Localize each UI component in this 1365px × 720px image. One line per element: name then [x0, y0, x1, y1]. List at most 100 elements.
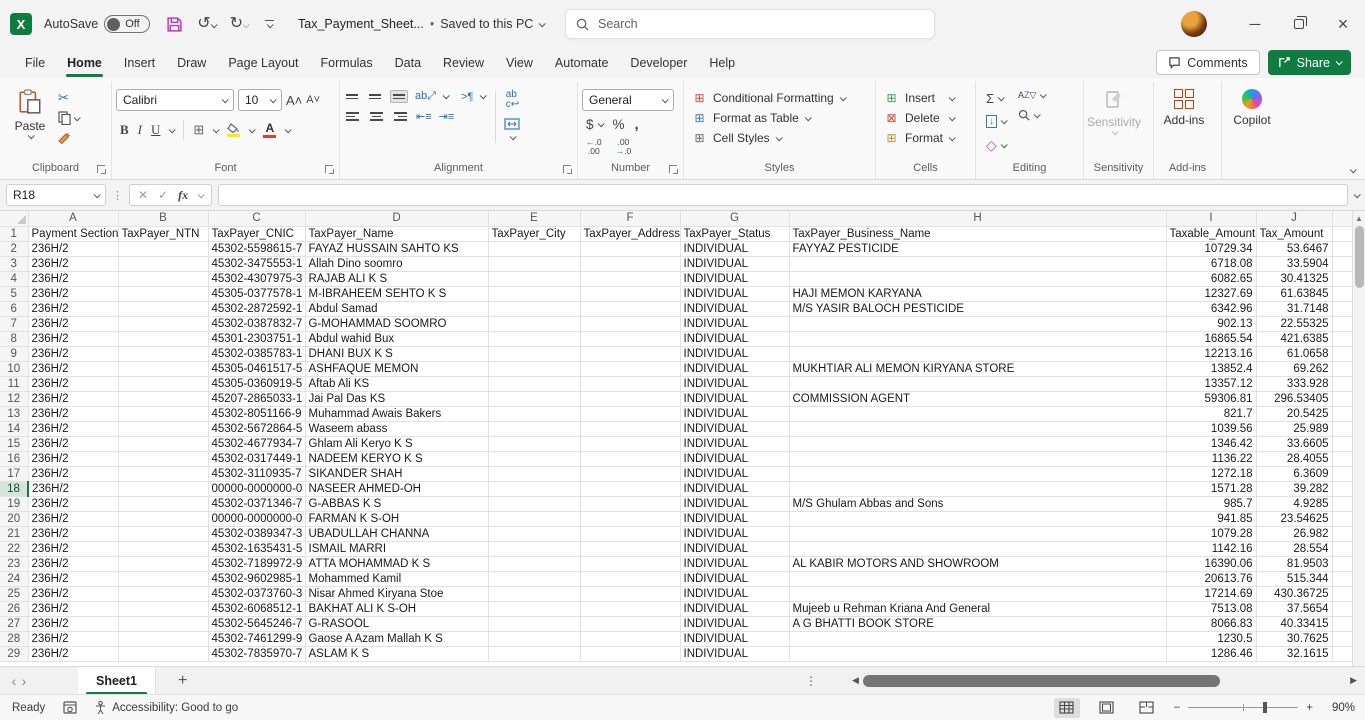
cell-C6[interactable]: 45302-2872592-1 [208, 301, 305, 316]
cell-J6[interactable]: 31.7148 [1256, 301, 1332, 316]
cell-filler-9[interactable] [1332, 346, 1352, 361]
cell-A4[interactable]: 236H/2 [28, 271, 118, 286]
cell-E21[interactable] [488, 526, 580, 541]
cell-G18[interactable]: INDIVIDUAL [680, 481, 789, 496]
minimize-button[interactable]: ─ [1233, 0, 1277, 48]
cell-B10[interactable] [118, 361, 208, 376]
cell-C14[interactable]: 45302-5672864-5 [208, 421, 305, 436]
excel-app-icon[interactable]: X [10, 13, 32, 35]
cell-I21[interactable]: 1079.28 [1166, 526, 1256, 541]
font-color-button[interactable]: A [263, 122, 276, 139]
underline-button[interactable]: U [151, 122, 160, 138]
cell-G28[interactable]: INDIVIDUAL [680, 631, 789, 646]
scroll-left-icon[interactable]: ◀ [852, 675, 859, 686]
cell-G7[interactable]: INDIVIDUAL [680, 316, 789, 331]
cell-filler-16[interactable] [1332, 451, 1352, 466]
cell-G9[interactable]: INDIVIDUAL [680, 346, 789, 361]
cell-styles-button[interactable]: ⊞Cell Styles [692, 131, 845, 145]
cell-E6[interactable] [488, 301, 580, 316]
ribbon-tab-review[interactable]: Review [432, 50, 495, 77]
cell-H29[interactable] [789, 646, 1166, 661]
cell-C3[interactable]: 45302-3475553-1 [208, 256, 305, 271]
cell-H17[interactable] [789, 466, 1166, 481]
conditional-formatting-button[interactable]: ⊞Conditional Formatting [692, 91, 845, 105]
cell-I5[interactable]: 12327.69 [1166, 286, 1256, 301]
cell-C4[interactable]: 45302-4307975-3 [208, 271, 305, 286]
cell-F23[interactable] [580, 556, 680, 571]
cell-E22[interactable] [488, 541, 580, 556]
cell-J13[interactable]: 20.5425 [1256, 406, 1332, 421]
cell-J8[interactable]: 421.6385 [1256, 331, 1332, 346]
cell-C10[interactable]: 45305-0461517-5 [208, 361, 305, 376]
cell-I26[interactable]: 7513.08 [1166, 601, 1256, 616]
cell-I2[interactable]: 10729.34 [1166, 241, 1256, 256]
cell-D23[interactable]: ATTA MOHAMMAD K S [305, 556, 488, 571]
cell-F5[interactable] [580, 286, 680, 301]
cell-D14[interactable]: Waseem abass [305, 421, 488, 436]
cell-E19[interactable] [488, 496, 580, 511]
row-header-26[interactable]: 26 [0, 601, 28, 616]
cell-C20[interactable]: 00000-0000000-0 [208, 511, 305, 526]
column-header-F[interactable]: F [580, 211, 680, 226]
cell-filler-10[interactable] [1332, 361, 1352, 376]
cell-D25[interactable]: Nisar Ahmed Kiryana Stoe [305, 586, 488, 601]
cell-E2[interactable] [488, 241, 580, 256]
cell-B12[interactable] [118, 391, 208, 406]
row-header-11[interactable]: 11 [0, 376, 28, 391]
cell-I28[interactable]: 1230.5 [1166, 631, 1256, 646]
cell-D6[interactable]: Abdul Samad [305, 301, 488, 316]
reading-order-chevron-icon[interactable] [480, 92, 487, 99]
cell-E17[interactable] [488, 466, 580, 481]
cell-H4[interactable] [789, 271, 1166, 286]
normal-view-button[interactable] [1054, 698, 1080, 718]
cell-C19[interactable]: 45302-0371346-7 [208, 496, 305, 511]
cell-E23[interactable] [488, 556, 580, 571]
cell-A6[interactable]: 236H/2 [28, 301, 118, 316]
fx-chevron-icon[interactable] [198, 191, 205, 198]
cell-H9[interactable] [789, 346, 1166, 361]
cell-I16[interactable]: 1136.22 [1166, 451, 1256, 466]
row-header-18[interactable]: 18 [0, 481, 28, 496]
column-header-G[interactable]: G [680, 211, 789, 226]
cell-I8[interactable]: 16865.54 [1166, 331, 1256, 346]
cell-I29[interactable]: 1286.46 [1166, 646, 1256, 661]
cell-C16[interactable]: 45302-0317449-1 [208, 451, 305, 466]
cell-B15[interactable] [118, 436, 208, 451]
cell-A18[interactable]: 236H/2 [28, 481, 118, 496]
cell-A16[interactable]: 236H/2 [28, 451, 118, 466]
underline-chevron-icon[interactable] [169, 126, 176, 133]
cell-E5[interactable] [488, 286, 580, 301]
cell-C24[interactable]: 45302-9602985-1 [208, 571, 305, 586]
cell-D10[interactable]: ASHFAQUE MEMON [305, 361, 488, 376]
row-header-23[interactable]: 23 [0, 556, 28, 571]
orientation-button[interactable]: ab⤢ [415, 90, 436, 103]
row-header-4[interactable]: 4 [0, 271, 28, 286]
align-left-button[interactable] [344, 109, 361, 124]
cell-C27[interactable]: 45302-5645246-7 [208, 616, 305, 631]
ribbon-tab-view[interactable]: View [495, 50, 544, 77]
row-header-20[interactable]: 20 [0, 511, 28, 526]
cell-H13[interactable] [789, 406, 1166, 421]
cell-A8[interactable]: 236H/2 [28, 331, 118, 346]
page-break-view-button[interactable] [1134, 698, 1160, 718]
increase-font-icon[interactable]: A˄ [286, 93, 302, 108]
row-header-22[interactable]: 22 [0, 541, 28, 556]
decrease-indent-button[interactable]: ⇤≡ [416, 110, 432, 123]
cell-filler-13[interactable] [1332, 406, 1352, 421]
middle-align-button[interactable] [367, 91, 383, 102]
cell-A13[interactable]: 236H/2 [28, 406, 118, 421]
cell-G12[interactable]: INDIVIDUAL [680, 391, 789, 406]
cell-J25[interactable]: 430.36725 [1256, 586, 1332, 601]
cell-C8[interactable]: 45301-2303751-1 [208, 331, 305, 346]
ribbon-tab-automate[interactable]: Automate [544, 50, 620, 77]
cell-H25[interactable] [789, 586, 1166, 601]
row-header-5[interactable]: 5 [0, 286, 28, 301]
cell-C21[interactable]: 45302-0389347-3 [208, 526, 305, 541]
restore-button[interactable] [1277, 0, 1321, 48]
ribbon-tab-data[interactable]: Data [384, 50, 432, 77]
cell-H22[interactable] [789, 541, 1166, 556]
customize-toolbar-icon[interactable] [262, 20, 276, 28]
reading-order-button[interactable]: >¶ [461, 91, 473, 103]
cell-F26[interactable] [580, 601, 680, 616]
currency-format-button[interactable]: $ [586, 117, 594, 132]
